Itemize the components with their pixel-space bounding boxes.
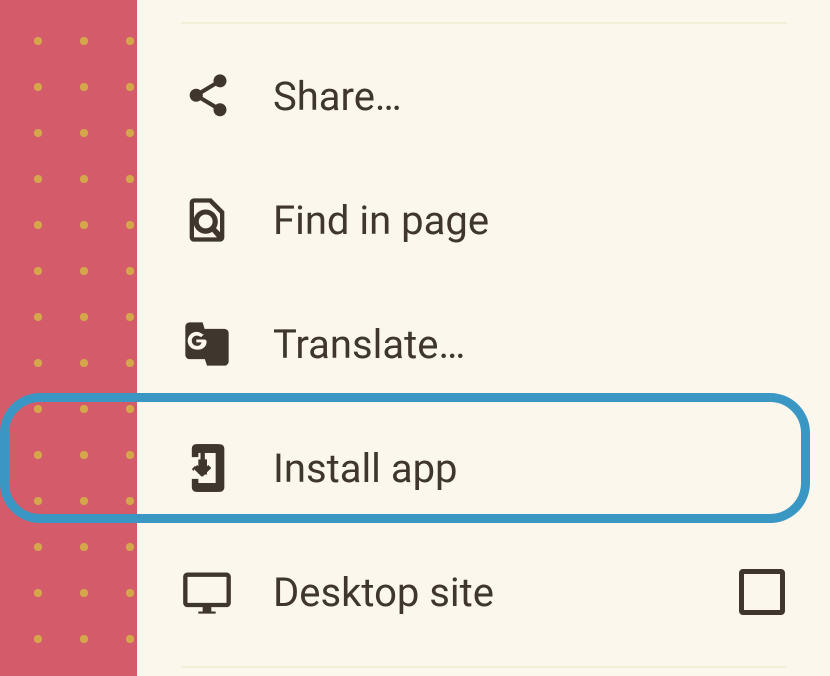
find-in-page-menu-item[interactable]: Find in page xyxy=(137,158,830,282)
translate-menu-item[interactable]: Translate… xyxy=(137,282,830,406)
install-app-label: Install app xyxy=(273,445,458,492)
desktop-site-checkbox[interactable] xyxy=(739,569,785,615)
install-app-menu-item[interactable]: Install app xyxy=(137,406,830,530)
overflow-menu-panel: Share… Find in page Translate… Install a… xyxy=(137,0,830,676)
find-in-page-label: Find in page xyxy=(273,197,489,244)
translate-label: Translate… xyxy=(273,321,465,368)
divider xyxy=(181,666,787,668)
translate-icon xyxy=(181,318,273,370)
share-menu-item[interactable]: Share… xyxy=(137,34,830,158)
find-in-page-icon xyxy=(181,194,273,246)
share-label: Share… xyxy=(273,73,402,120)
share-icon xyxy=(181,70,273,122)
install-app-icon xyxy=(181,442,273,494)
divider xyxy=(181,22,787,24)
desktop-site-label: Desktop site xyxy=(273,569,494,616)
desktop-icon xyxy=(181,566,273,618)
desktop-site-menu-item[interactable]: Desktop site xyxy=(137,530,830,654)
